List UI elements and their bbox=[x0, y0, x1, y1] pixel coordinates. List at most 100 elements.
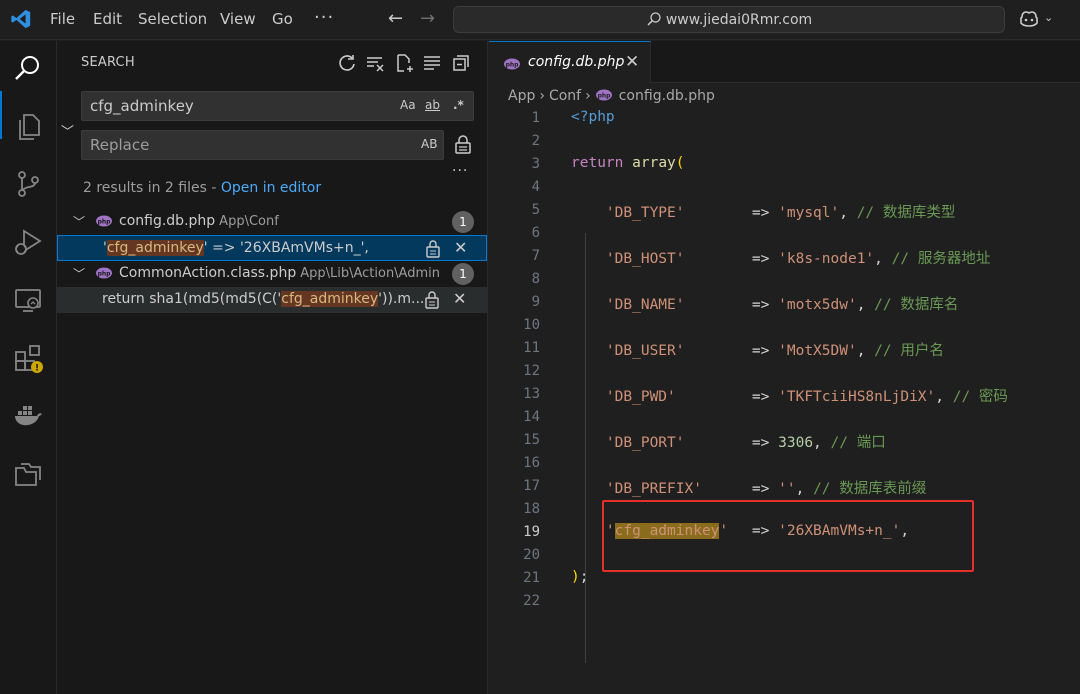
match-case-toggle[interactable]: Aa bbox=[400, 98, 416, 112]
svg-text:php: php bbox=[98, 271, 112, 278]
code-line[interactable]: 16 bbox=[489, 452, 1080, 475]
code-line[interactable]: 15 'DB_PORT' => 3306, // 端口 bbox=[489, 429, 1080, 452]
search-sidebar: SEARCH ﹀ Aa ab .* AB ··· 2 results in 2 … bbox=[57, 41, 488, 694]
code-line[interactable]: 21); bbox=[489, 567, 1080, 590]
search-input[interactable] bbox=[90, 97, 390, 115]
explorer-icon[interactable] bbox=[13, 111, 43, 141]
replace-input[interactable] bbox=[90, 136, 390, 154]
search-input-box: Aa ab .* bbox=[81, 91, 474, 121]
chevron-down-icon[interactable]: ⌄ bbox=[1044, 11, 1053, 24]
replace-all-icon[interactable] bbox=[453, 135, 473, 155]
code-line-current[interactable]: 19 'cfg_adminkey' => '26XBAmVMs+n_', bbox=[489, 521, 1080, 544]
menu-file[interactable]: File bbox=[50, 10, 75, 28]
code-line[interactable]: 1 <?php bbox=[489, 107, 1080, 130]
regex-toggle[interactable]: .* bbox=[453, 98, 464, 112]
dismiss-match-icon[interactable]: ✕ bbox=[454, 238, 467, 257]
code-line[interactable]: 2 bbox=[489, 130, 1080, 153]
view-as-tree-icon[interactable] bbox=[422, 53, 442, 73]
result-file-path: App\Lib\Action\Admin bbox=[300, 266, 440, 281]
search-match-row[interactable]: 'cfg_adminkey' => '26XBAmVMs+n_', ✕ bbox=[57, 235, 487, 261]
clear-results-icon[interactable] bbox=[365, 53, 385, 73]
chevron-down-icon[interactable]: ﹀ bbox=[73, 213, 85, 230]
php-file-icon: php bbox=[504, 58, 520, 70]
menu-go[interactable]: Go bbox=[272, 10, 293, 28]
forward-arrow-icon[interactable]: → bbox=[420, 8, 435, 29]
toggle-search-details-button[interactable]: ··· bbox=[452, 163, 468, 179]
editor-area: php config.db.php ✕ App › Conf › php config.d… bbox=[489, 41, 1080, 694]
command-center[interactable]: www.jiedai0Rmr.com bbox=[453, 6, 1005, 33]
more-menus-button[interactable]: ··· bbox=[314, 7, 334, 28]
code-line[interactable]: 13 'DB_PWD' => 'TKFTciiHS8nLjDiX', // 密码 bbox=[489, 383, 1080, 406]
source-control-icon[interactable] bbox=[13, 169, 43, 199]
back-arrow-icon[interactable]: ← bbox=[388, 8, 403, 29]
php-file-icon: php bbox=[96, 267, 112, 279]
breadcrumb-item[interactable]: App bbox=[508, 88, 535, 104]
chevron-down-icon[interactable]: ﹀ bbox=[73, 265, 85, 282]
folders-icon[interactable] bbox=[13, 459, 43, 489]
vscode-logo-icon[interactable] bbox=[10, 8, 32, 30]
code-line[interactable]: 11 'DB_USER' => 'MotX5DW', // 用户名 bbox=[489, 337, 1080, 360]
menu-edit[interactable]: Edit bbox=[93, 10, 122, 28]
docker-icon[interactable] bbox=[13, 401, 43, 431]
whole-word-toggle[interactable]: ab bbox=[425, 98, 440, 112]
results-count-text: 2 results in 2 files - bbox=[83, 180, 221, 196]
code-line[interactable]: 12 bbox=[489, 360, 1080, 383]
code-line[interactable]: 10 bbox=[489, 314, 1080, 337]
code-line[interactable]: 9 'DB_NAME' => 'motx5dw', // 数据库名 bbox=[489, 291, 1080, 314]
result-file-name: config.db.php App\Conf bbox=[119, 213, 279, 229]
menu-selection[interactable]: Selection bbox=[138, 10, 207, 28]
extensions-icon[interactable]: ! bbox=[13, 343, 43, 373]
replace-icon[interactable] bbox=[425, 240, 441, 258]
result-file-row[interactable]: ﹀ php CommonAction.class.php App\Lib\Acti… bbox=[57, 261, 487, 287]
search-icon[interactable] bbox=[13, 53, 43, 83]
code-line[interactable]: 18 bbox=[489, 498, 1080, 521]
svg-text:php: php bbox=[506, 62, 520, 69]
title-bar: File Edit Selection View Go ··· ← → www.… bbox=[0, 0, 1080, 40]
tab-config-db-php[interactable]: php config.db.php ✕ bbox=[489, 41, 651, 83]
code-line[interactable]: 7 'DB_HOST' => 'k8s-node1', // 服务器地址 bbox=[489, 245, 1080, 268]
svg-text:php: php bbox=[597, 93, 611, 100]
tab-label: config.db.php bbox=[528, 54, 625, 70]
result-file-path: App\Conf bbox=[219, 214, 279, 229]
collapse-all-icon[interactable] bbox=[451, 53, 471, 73]
code-line[interactable]: 6 bbox=[489, 222, 1080, 245]
remote-explorer-icon[interactable] bbox=[13, 285, 43, 315]
results-summary: 2 results in 2 files - Open in editor bbox=[83, 180, 321, 196]
preserve-case-toggle[interactable]: AB bbox=[421, 137, 437, 151]
code-line[interactable]: 3 return array( bbox=[489, 153, 1080, 176]
breadcrumb-item[interactable]: Conf bbox=[549, 88, 581, 104]
match-highlight: cfg_adminkey bbox=[281, 291, 379, 307]
copilot-icon[interactable] bbox=[1018, 9, 1040, 29]
breadcrumb-item[interactable]: config.db.php bbox=[619, 88, 715, 104]
search-icon bbox=[647, 12, 661, 26]
dismiss-match-icon[interactable]: ✕ bbox=[453, 289, 466, 308]
new-search-editor-icon[interactable] bbox=[394, 53, 414, 73]
breadcrumb: App › Conf › php config.db.php bbox=[508, 88, 715, 104]
code-line[interactable]: 8 bbox=[489, 268, 1080, 291]
php-file-icon: php bbox=[595, 89, 612, 101]
activity-bar: ! bbox=[0, 41, 57, 694]
code-line[interactable]: 20 bbox=[489, 544, 1080, 567]
code-line[interactable]: 17 'DB_PREFIX' => '', // 数据库表前缀 bbox=[489, 475, 1080, 498]
result-file-name: CommonAction.class.php App\Lib\Action\Adm… bbox=[119, 265, 440, 281]
code-line[interactable]: 22 bbox=[489, 590, 1080, 613]
result-file-row[interactable]: ﹀ php config.db.php App\Conf 1 bbox=[57, 209, 487, 235]
search-match-row[interactable]: return sha1(md5(md5(C('cfg_adminkey')).m… bbox=[57, 287, 487, 313]
replace-input-box: AB bbox=[81, 130, 444, 160]
find-match-highlight: cfg_adminkey bbox=[614, 523, 720, 539]
toggle-replace-chevron-icon[interactable]: ﹀ bbox=[61, 121, 74, 140]
run-debug-icon[interactable] bbox=[13, 227, 43, 257]
active-indicator bbox=[0, 91, 2, 139]
open-in-editor-link[interactable]: Open in editor bbox=[221, 180, 321, 196]
code-line[interactable]: 4 bbox=[489, 176, 1080, 199]
menu-view[interactable]: View bbox=[220, 10, 256, 28]
refresh-icon[interactable] bbox=[337, 53, 357, 73]
replace-icon[interactable] bbox=[424, 291, 440, 309]
chevron-right-icon: › bbox=[585, 88, 591, 104]
editor-tabs: php config.db.php ✕ bbox=[489, 41, 1080, 83]
svg-text:php: php bbox=[98, 219, 112, 226]
code-line[interactable]: 5 'DB_TYPE' => 'mysql', // 数据库类型 bbox=[489, 199, 1080, 222]
close-icon[interactable]: ✕ bbox=[625, 52, 639, 72]
sidebar-title: SEARCH bbox=[81, 55, 135, 70]
code-line[interactable]: 14 bbox=[489, 406, 1080, 429]
